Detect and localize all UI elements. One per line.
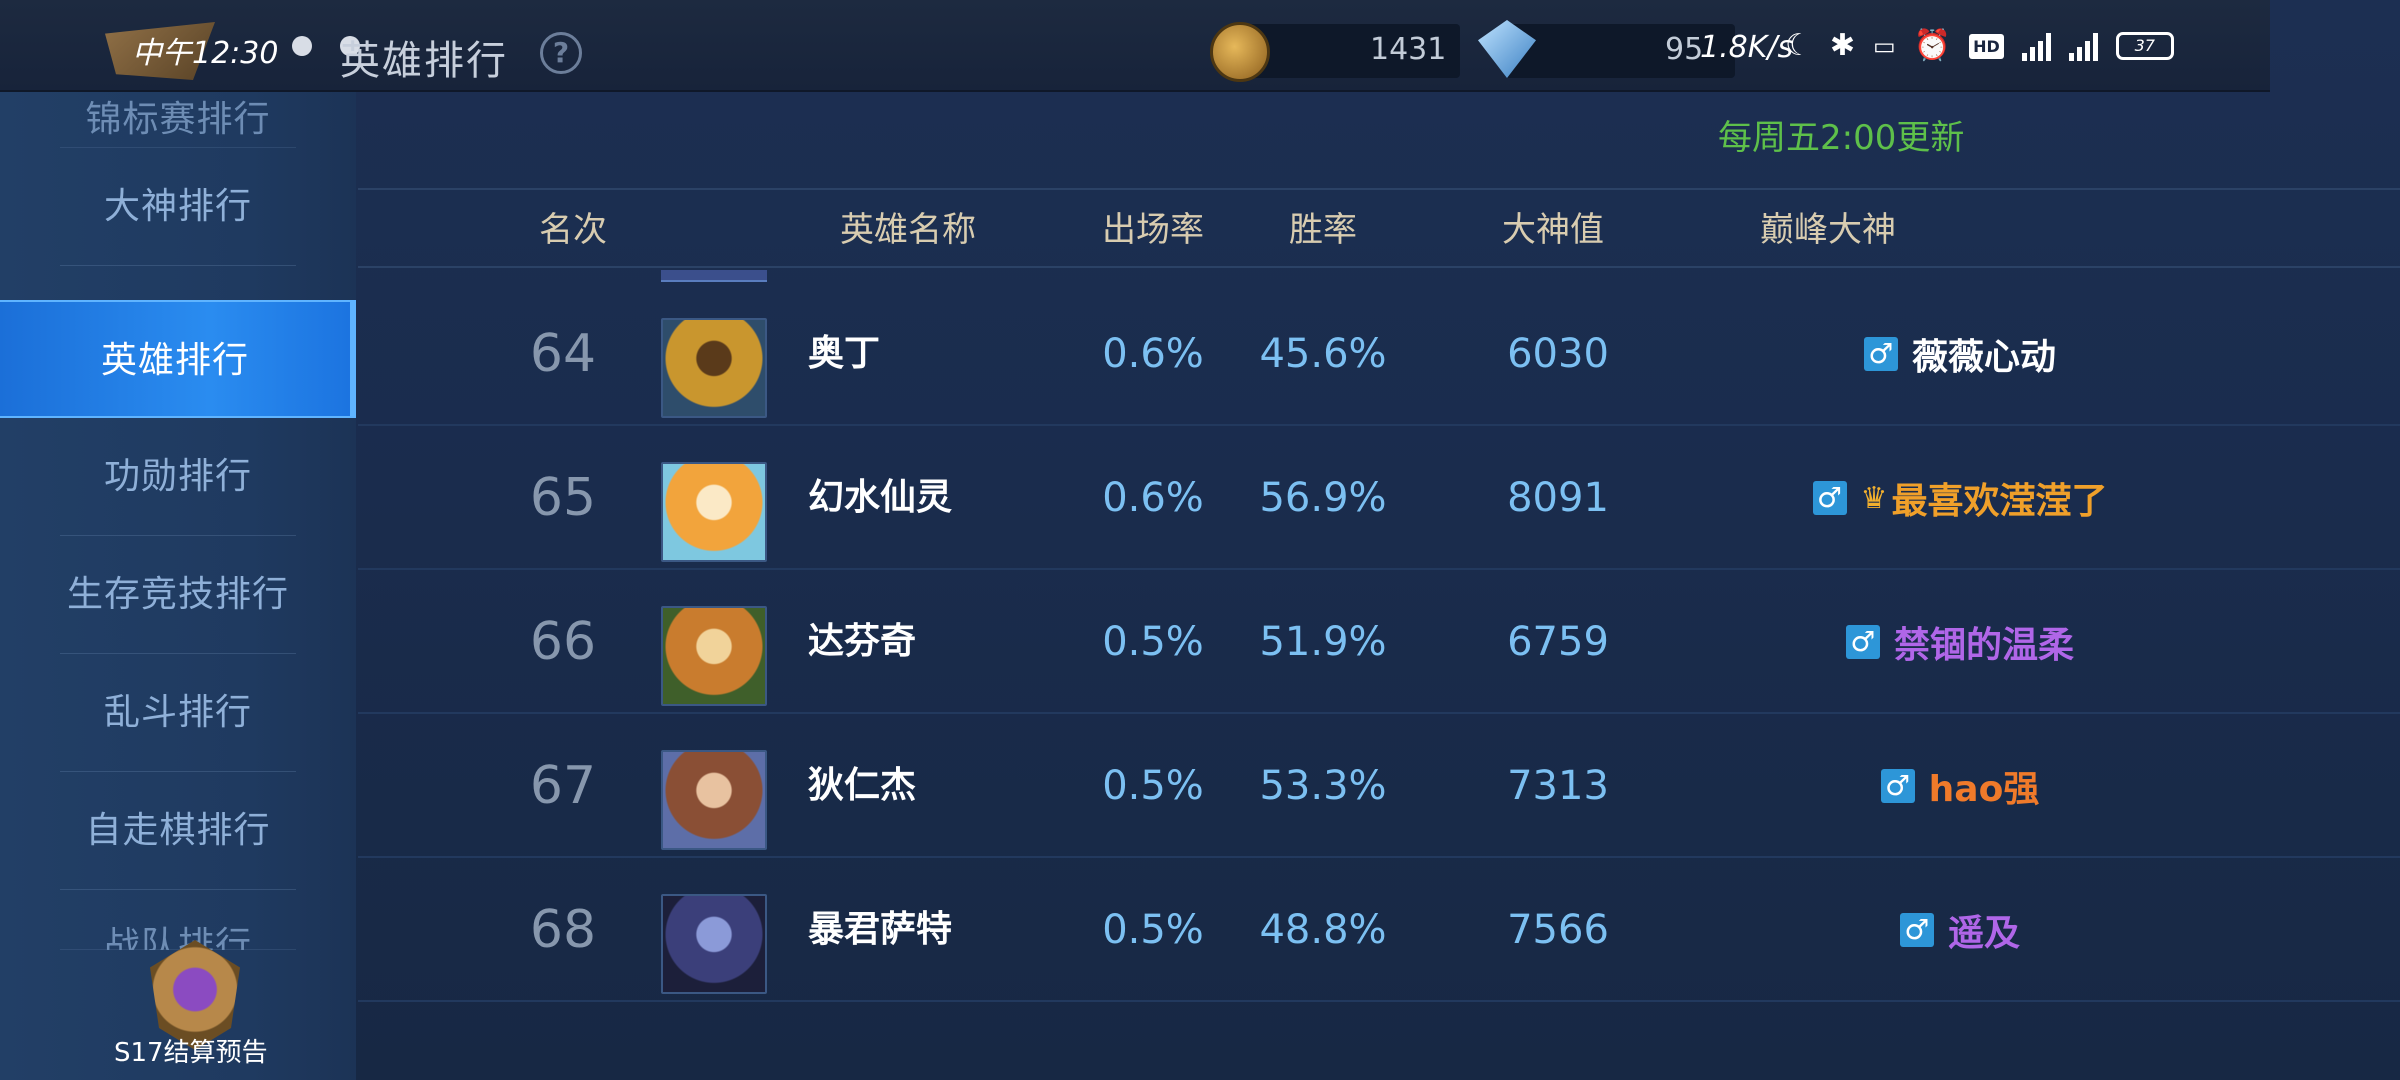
help-icon[interactable]: ?	[540, 32, 582, 74]
sidebar-item-autochess[interactable]: 自走棋排行	[0, 772, 356, 890]
header-rank: 名次	[539, 210, 607, 250]
hero-name[interactable]: 暴君萨特	[808, 858, 1068, 1002]
rank-number: 66	[529, 612, 597, 672]
male-icon: ♂	[1899, 913, 1934, 947]
player-name: hao强	[1928, 769, 2040, 810]
signal-icon	[2068, 31, 2098, 61]
player-name: 薇薇心动	[1911, 337, 2056, 378]
rank-number: 64	[529, 324, 597, 384]
sidebar-item-merit[interactable]: 功勋排行	[0, 418, 356, 536]
season-badge-label: S17结算预告	[114, 1038, 268, 1068]
score-value: 8091	[1507, 475, 1609, 521]
net-speed: 1.8K/s	[1700, 30, 1794, 65]
sidebar-item-master[interactable]: 大神排行	[0, 148, 356, 266]
player-name: 遥及	[1947, 913, 2020, 954]
top-player[interactable]: ♂ 薇薇心动	[1730, 282, 2190, 426]
win-rate: 48.8%	[1259, 907, 1387, 953]
hero-portrait[interactable]	[661, 318, 767, 418]
header-score: 大神值	[1502, 210, 1604, 250]
table-row[interactable]: 66 达芬奇 0.5% 51.9% 6759 ♂ 禁锢的温柔	[358, 570, 2400, 714]
hero-portrait[interactable]	[661, 606, 767, 706]
hero-portrait	[661, 270, 767, 282]
rank-number: 67	[529, 756, 597, 816]
top-player[interactable]: ♂ 禁锢的温柔	[1730, 570, 2190, 714]
header-pick-rate: 出场率	[1102, 210, 1204, 250]
pick-rate: 0.6%	[1102, 331, 1204, 377]
hero-name[interactable]: 奥丁	[808, 282, 1068, 426]
score-value: 7313	[1507, 763, 1609, 809]
top-player[interactable]: ♂ ♛ 最喜欢滢滢了	[1730, 426, 2190, 570]
coin-count: 1431	[1370, 32, 1447, 67]
ranking-panel: 每周五2:00更新 名次 英雄名称 出场率 胜率 大神值 巅峰大神 64 奥丁 0.…	[358, 92, 2400, 1080]
page-title: 英雄排行	[340, 38, 508, 84]
moon-icon: ☾	[1785, 28, 1812, 63]
hero-name[interactable]: 狄仁杰	[808, 714, 1068, 858]
sidebar-item-hero[interactable]: 英雄排行	[0, 300, 356, 418]
player-name: 最喜欢滢滢了	[1891, 481, 2108, 522]
alarm-icon: ⏰	[1913, 28, 1952, 63]
table-row[interactable]: 68 暴君萨特 0.5% 48.8% 7566 ♂ 遥及	[358, 858, 2400, 1002]
pick-rate: 0.5%	[1102, 763, 1204, 809]
win-rate: 51.9%	[1259, 619, 1387, 665]
top-bar: 中午12:30 英雄排行 ? 1431 95 1.8K/s ☾ ✱ ▭ ⏰ HD…	[0, 0, 2270, 92]
status-time: 中午12:30	[132, 36, 279, 71]
player-name: 禁锢的温柔	[1893, 625, 2074, 666]
win-rate: 45.6%	[1259, 331, 1387, 377]
rank-number: 65	[529, 468, 597, 528]
vibrate-icon: ▭	[1873, 32, 1896, 60]
coin-icon	[1210, 22, 1270, 82]
header-hero-name: 英雄名称	[840, 210, 976, 250]
pick-rate: 0.5%	[1102, 619, 1204, 665]
hero-portrait[interactable]	[661, 462, 767, 562]
sidebar-item-brawl[interactable]: 乱斗排行	[0, 654, 356, 772]
sidebar: 锦标赛排行 大神排行 英雄排行 功勋排行 生存竞技排行 乱斗排行 自走棋排行 战…	[0, 92, 356, 1080]
crown-icon: ♛	[1860, 480, 1888, 516]
top-player[interactable]: ♂ 遥及	[1730, 858, 2190, 1002]
header-win-rate: 胜率	[1289, 210, 1357, 250]
rank-number: 68	[529, 900, 597, 960]
signal-icon	[2021, 31, 2051, 61]
notification-icon	[292, 36, 312, 56]
table-header: 名次 英雄名称 出场率 胜率 大神值 巅峰大神	[358, 188, 2400, 268]
sidebar-item-survival[interactable]: 生存竞技排行	[0, 536, 356, 654]
score-value: 7566	[1507, 907, 1609, 953]
table-row[interactable]: 67 狄仁杰 0.5% 53.3% 7313 ♂ hao强	[358, 714, 2400, 858]
hero-portrait[interactable]	[661, 750, 767, 850]
diamond-count: 95	[1665, 32, 1704, 67]
hero-name[interactable]: 幻水仙灵	[808, 426, 1068, 570]
bluetooth-icon: ✱	[1829, 28, 1856, 63]
hd-icon: HD	[1969, 33, 2004, 59]
male-icon: ♂	[1845, 625, 1880, 659]
sidebar-item-tournament[interactable]: 锦标赛排行	[0, 92, 356, 148]
pick-rate: 0.5%	[1102, 907, 1204, 953]
table-row[interactable]: 65 幻水仙灵 0.6% 56.9% 8091 ♂ ♛ 最喜欢滢滢了	[358, 426, 2400, 570]
hero-name[interactable]: 达芬奇	[808, 570, 1068, 714]
win-rate: 56.9%	[1259, 475, 1387, 521]
win-rate: 53.3%	[1259, 763, 1387, 809]
male-icon: ♂	[1880, 769, 1915, 803]
update-note: 每周五2:00更新	[1718, 118, 1965, 158]
score-value: 6759	[1507, 619, 1609, 665]
male-icon: ♂	[1812, 481, 1847, 515]
status-icons: ☾ ✱ ▭ ⏰ HD 37	[1785, 26, 2174, 66]
battery-icon: 37	[2115, 32, 2174, 60]
hero-ranking-screen: 中午12:30 英雄排行 ? 1431 95 1.8K/s ☾ ✱ ▭ ⏰ HD…	[0, 0, 2400, 1080]
male-icon: ♂	[1863, 337, 1898, 371]
table-row[interactable]: 64 奥丁 0.6% 45.6% 6030 ♂ 薇薇心动	[358, 282, 2400, 426]
header-top-player: 巅峰大神	[1760, 210, 1896, 250]
top-player[interactable]: ♂ hao强	[1730, 714, 2190, 858]
pick-rate: 0.6%	[1102, 475, 1204, 521]
hero-portrait[interactable]	[661, 894, 767, 994]
score-value: 6030	[1507, 331, 1609, 377]
